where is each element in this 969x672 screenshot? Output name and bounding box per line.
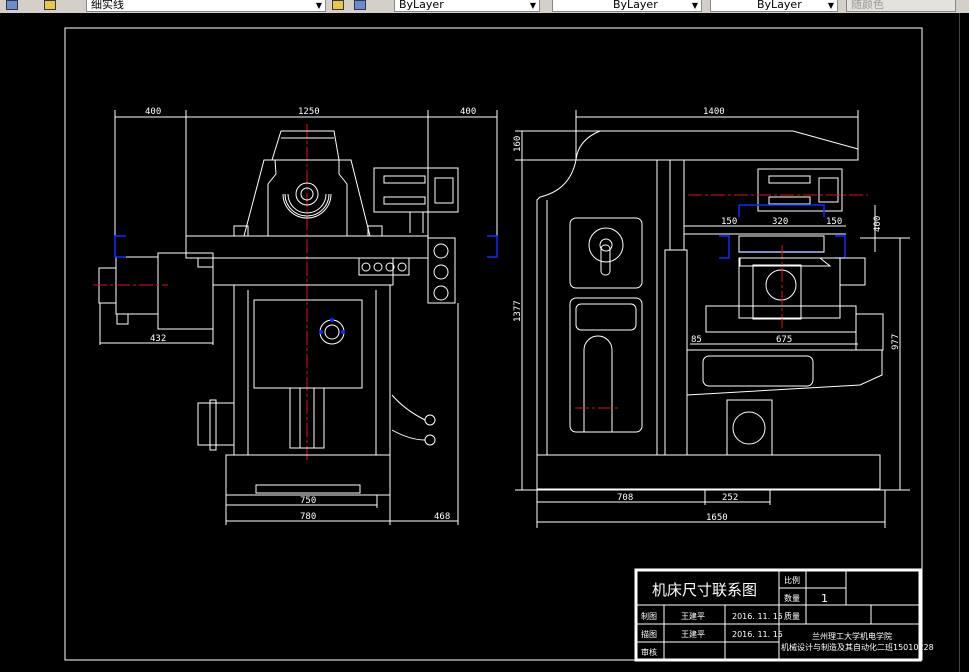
title-block: 机床尺寸联系图 比例 数量 1 质量 制图 王建平 2016. 11. 15 描… — [634, 568, 934, 662]
drawn-name: 王建平 — [681, 611, 705, 621]
dim-320: 320 — [772, 217, 788, 227]
front-view: 400 1250 400 432 750 780 468 — [93, 107, 498, 525]
dim-1377: 1377 — [513, 300, 523, 322]
cad-drawing: 400 1250 400 432 750 780 468 1400 160 13… — [64, 27, 934, 662]
traced-label: 描图 — [641, 629, 657, 639]
drawn-date: 2016. 11. 15 — [732, 612, 783, 621]
dim-150-left: 150 — [721, 217, 737, 227]
traced-date: 2016. 11. 15 — [732, 630, 783, 639]
dim-1250: 1250 — [298, 107, 320, 117]
dim-400-right: 400 — [460, 107, 476, 117]
dim-150-right: 150 — [826, 217, 842, 227]
class-name: 机械设计与制造及其自动化二班15010228 — [781, 642, 934, 652]
dim-750: 750 — [300, 496, 316, 506]
qty-value: 1 — [821, 592, 828, 605]
dim-252: 252 — [722, 493, 738, 503]
dim-780: 780 — [300, 512, 316, 522]
traced-name: 王建平 — [681, 629, 705, 639]
side-view: 1400 160 1377 150 320 150 400 85 675 977… — [513, 107, 910, 528]
drawn-label: 制图 — [641, 611, 657, 621]
dim-160: 160 — [513, 136, 523, 152]
dim-1650: 1650 — [706, 513, 728, 523]
dim-400-head: 400 — [873, 216, 883, 232]
dim-708: 708 — [617, 493, 633, 503]
dim-85: 85 — [691, 335, 702, 345]
qty-label: 数量 — [784, 593, 800, 603]
mass-label: 质量 — [784, 611, 800, 621]
dim-468: 468 — [434, 512, 450, 522]
dim-432: 432 — [150, 334, 166, 344]
school-name: 兰州理工大学机电学院 — [812, 631, 892, 641]
scale-label: 比例 — [784, 575, 800, 585]
dim-675: 675 — [776, 335, 792, 345]
dim-1400: 1400 — [703, 107, 725, 117]
drawing-title: 机床尺寸联系图 — [652, 581, 757, 599]
review-label: 审核 — [641, 647, 657, 657]
dim-400-left: 400 — [145, 107, 161, 117]
dim-977: 977 — [891, 334, 901, 350]
